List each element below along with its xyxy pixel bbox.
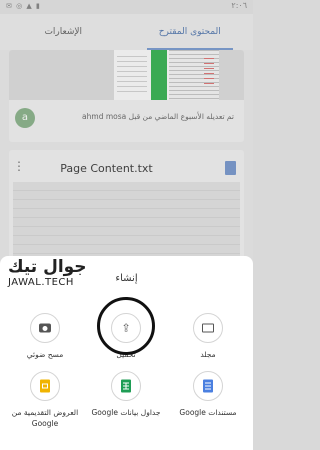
highlight-circle — [97, 297, 155, 355]
camera-lens — [42, 325, 48, 331]
docs-icon-circle — [193, 371, 223, 401]
folder-icon-circle — [193, 313, 223, 343]
google-docs-option[interactable]: مستندات Google — [168, 371, 248, 418]
google-sheets-icon — [121, 379, 131, 393]
scan-label: مسح ضوئي — [26, 350, 64, 359]
scan-option[interactable]: مسح ضوئي — [5, 313, 85, 360]
google-slides-label: العروض التقديمية من Google — [11, 408, 79, 428]
google-sheets-label: جداول بيانات Google — [91, 408, 161, 417]
camera-icon-circle — [30, 313, 60, 343]
watermark-arabic: جوال تيك — [8, 257, 87, 277]
google-slides-icon — [40, 379, 50, 393]
slides-icon-circle — [30, 371, 60, 401]
google-slides-option[interactable]: العروض التقديمية من Google — [5, 371, 85, 429]
google-docs-icon — [203, 379, 213, 393]
camera-icon — [39, 323, 51, 333]
folder-icon — [202, 323, 214, 333]
google-sheets-option[interactable]: جداول بيانات Google — [86, 371, 166, 418]
create-folder-option[interactable]: مجلد — [168, 313, 248, 360]
create-folder-label: مجلد — [200, 350, 216, 359]
watermark: جوال تيك JAWAL.TECH — [8, 257, 87, 288]
watermark-latin: JAWAL.TECH — [8, 277, 74, 288]
sheets-icon-circle — [111, 371, 141, 401]
google-docs-label: مستندات Google — [179, 408, 237, 417]
